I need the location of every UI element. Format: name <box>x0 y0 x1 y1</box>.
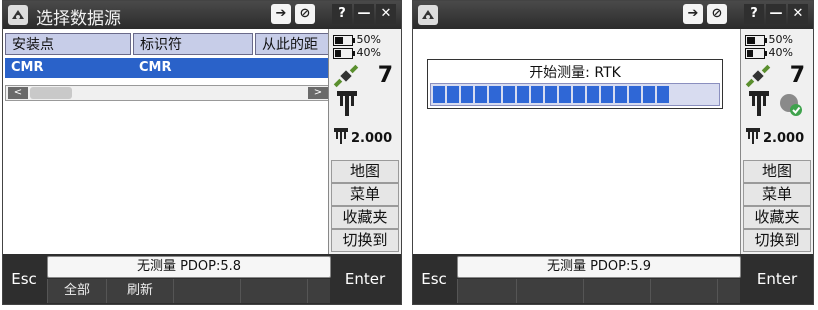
progress-segment <box>629 86 641 103</box>
battery-icon <box>745 34 767 46</box>
title-bar: ➔ ⊘ ? — ✕ <box>413 1 813 29</box>
empty-softkey[interactable] <box>457 279 516 303</box>
receiver-antenna-icon[interactable] <box>335 89 359 117</box>
enter-button[interactable]: Enter <box>329 254 401 304</box>
empty-softkey[interactable] <box>307 279 330 303</box>
battery-icon <box>333 34 355 46</box>
app-logo-icon[interactable] <box>418 5 438 25</box>
help-button[interactable]: ? <box>332 4 352 24</box>
battery-level: 50% <box>356 33 381 46</box>
battery-icon <box>333 47 355 59</box>
globe-check-icon[interactable] <box>777 91 803 117</box>
progress-label: 开始测量: RTK <box>529 65 621 81</box>
menu-button[interactable]: 菜单 <box>331 183 399 206</box>
column-header-station[interactable]: 安装点 <box>5 33 131 55</box>
progress-segment <box>503 86 515 103</box>
progress-segment <box>475 86 487 103</box>
login-arrow-icon[interactable]: ➔ <box>271 4 291 24</box>
table-cell: CMR <box>11 60 44 75</box>
battery-level: 50% <box>768 33 793 46</box>
favorites-button[interactable]: 收藏夹 <box>331 206 399 229</box>
minimize-button[interactable]: — <box>766 4 786 24</box>
table-cell: CMR <box>139 60 172 75</box>
switch-to-button[interactable]: 切换到 <box>331 229 399 252</box>
progress-segment <box>531 86 543 103</box>
menu-button[interactable]: 菜单 <box>743 183 811 206</box>
antenna-height-icon <box>334 128 348 144</box>
scroll-left-icon[interactable]: < <box>8 87 28 99</box>
receiver-antenna-icon[interactable] <box>747 89 771 117</box>
refresh-softkey[interactable]: 刷新 <box>106 279 173 303</box>
progress-segment <box>587 86 599 103</box>
battery-level: 40% <box>768 46 793 59</box>
satellite-count: 7 <box>789 63 805 88</box>
status-panel: 50% 40% 7 2.000 地图 菜单 收藏夹 切换到 <box>740 29 813 254</box>
screen-start-survey: ➔ ⊘ ? — ✕ 开始测量: RTK 50% 40% 7 2.000 地图 菜… <box>412 0 814 305</box>
all-softkey[interactable]: 全部 <box>47 279 106 303</box>
battery-2: 40% <box>333 46 381 59</box>
progress-segment <box>601 86 613 103</box>
app-logo-icon[interactable] <box>8 5 28 25</box>
status-panel: 50% 40% 7 2.000 地图 菜单 收藏夹 切换到 <box>328 29 401 254</box>
satellite-icon[interactable] <box>745 63 771 89</box>
status-line: 无测量 PDOP:5.8 <box>47 256 331 278</box>
switch-to-button[interactable]: 切换到 <box>743 229 811 252</box>
battery-2: 40% <box>745 46 793 59</box>
battery-1: 50% <box>745 33 793 46</box>
close-button[interactable]: ✕ <box>376 4 396 24</box>
empty-softkey[interactable] <box>583 279 650 303</box>
progress-segment <box>615 86 627 103</box>
progress-segment <box>447 86 459 103</box>
antenna-height-icon <box>746 128 760 144</box>
login-arrow-icon[interactable]: ➔ <box>683 4 703 24</box>
esc-button[interactable]: Esc <box>3 254 45 304</box>
column-header-code[interactable]: 标识符 <box>133 33 253 55</box>
minimize-button[interactable]: — <box>354 4 374 24</box>
progress-segment <box>573 86 585 103</box>
progress-segment <box>433 86 445 103</box>
empty-softkey[interactable] <box>240 279 307 303</box>
column-header-distance[interactable]: 从此的距 <box>255 33 331 55</box>
help-button[interactable]: ? <box>744 4 764 24</box>
esc-button[interactable]: Esc <box>413 254 455 304</box>
empty-softkey[interactable] <box>516 279 583 303</box>
progress-bar <box>430 83 720 106</box>
progress-segment <box>643 86 655 103</box>
map-button[interactable]: 地图 <box>331 160 399 183</box>
status-line: 无测量 PDOP:5.9 <box>457 256 741 278</box>
progress-segment <box>545 86 557 103</box>
map-button[interactable]: 地图 <box>743 160 811 183</box>
progress-segment <box>489 86 501 103</box>
progress-segment <box>559 86 571 103</box>
progress-dialog: 开始测量: RTK <box>427 59 723 109</box>
bottom-bar: Esc 无测量 PDOP:5.9 Enter <box>413 254 813 304</box>
empty-softkey[interactable] <box>717 279 740 303</box>
title-bar: 选择数据源 ➔ ⊘ ? — ✕ <box>3 1 401 29</box>
no-entry-icon[interactable]: ⊘ <box>707 4 727 24</box>
battery-level: 40% <box>356 46 381 59</box>
table-row[interactable]: CMR CMR <box>5 58 331 78</box>
horizontal-scrollbar[interactable]: < > <box>5 85 331 101</box>
progress-segment <box>461 86 473 103</box>
scroll-thumb[interactable] <box>30 87 72 99</box>
battery-icon <box>745 47 767 59</box>
enter-button[interactable]: Enter <box>741 254 813 304</box>
satellite-icon[interactable] <box>333 63 359 89</box>
satellite-count: 7 <box>377 63 393 88</box>
empty-softkey[interactable] <box>173 279 240 303</box>
screen-select-datasource: 选择数据源 ➔ ⊘ ? — ✕ 安装点 标识符 从此的距 CMR CMR < >… <box>2 0 402 305</box>
scroll-right-icon[interactable]: > <box>308 87 328 99</box>
battery-1: 50% <box>333 33 381 46</box>
antenna-height[interactable]: 2.000 <box>351 131 392 146</box>
antenna-height[interactable]: 2.000 <box>763 131 804 146</box>
empty-softkey[interactable] <box>650 279 717 303</box>
progress-segment <box>517 86 529 103</box>
no-entry-icon[interactable]: ⊘ <box>295 4 315 24</box>
progress-segment <box>657 86 669 103</box>
page-title: 选择数据源 <box>36 9 121 29</box>
close-button[interactable]: ✕ <box>788 4 808 24</box>
favorites-button[interactable]: 收藏夹 <box>743 206 811 229</box>
bottom-bar: Esc 无测量 PDOP:5.8 全部 刷新 Enter <box>3 254 401 304</box>
